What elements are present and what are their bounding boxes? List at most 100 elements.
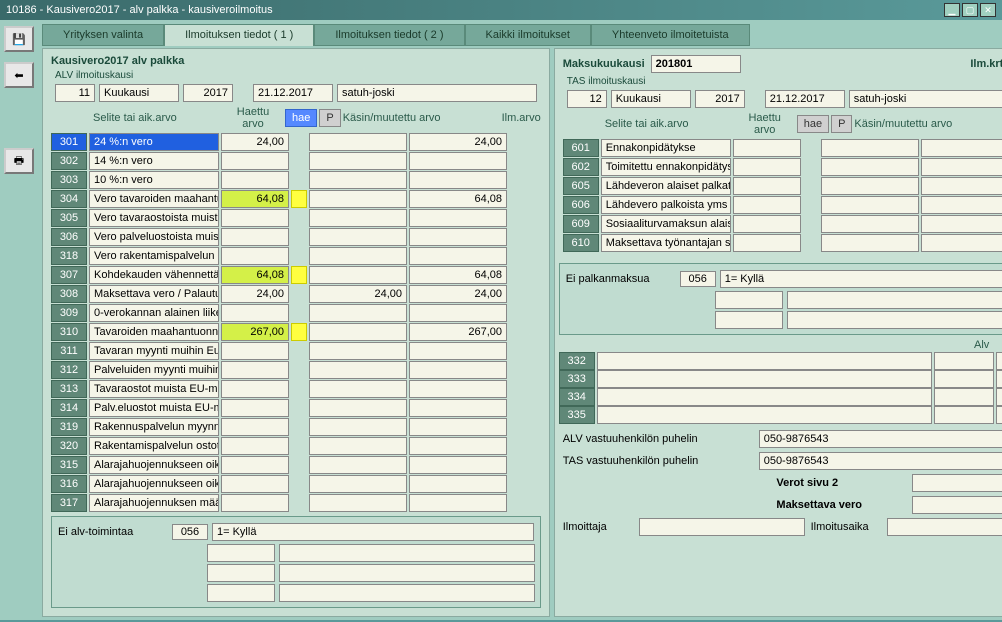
row-kasin[interactable] [309, 209, 407, 227]
close-button[interactable]: ✕ [980, 3, 996, 17]
row-haettu[interactable]: 64,08 [221, 266, 289, 284]
row-code[interactable]: 303 [51, 171, 87, 189]
row-desc[interactable]: 24 %:n vero [89, 133, 219, 151]
row-kasin[interactable] [309, 304, 407, 322]
row-code[interactable]: 306 [51, 228, 87, 246]
back-icon[interactable]: ⬅ [4, 62, 34, 88]
row-haettu[interactable] [221, 456, 289, 474]
row-code[interactable]: 320 [51, 437, 87, 455]
row-haettu[interactable] [221, 399, 289, 417]
row-haettu[interactable] [733, 158, 801, 176]
row-code[interactable]: 314 [51, 399, 87, 417]
row-code[interactable]: 319 [51, 418, 87, 436]
row-alv[interactable] [934, 388, 994, 406]
row-code[interactable]: 602 [563, 158, 599, 176]
row-kasin[interactable] [309, 190, 407, 208]
row-code[interactable]: 610 [563, 234, 599, 252]
tas-hae-button[interactable]: hae [797, 115, 829, 133]
row-kasin[interactable] [309, 228, 407, 246]
row-tas[interactable] [996, 370, 1002, 388]
row-code[interactable]: 335 [559, 406, 595, 424]
row-kasin[interactable] [821, 234, 919, 252]
row-desc[interactable]: Tavaroiden maahantuonnit [89, 323, 219, 341]
row-desc[interactable]: 0-verokannan alainen liike [89, 304, 219, 322]
row-desc[interactable]: Rakennuspalvelun myynn [89, 418, 219, 436]
row-desc[interactable]: Alarajahuojennukseen oike [89, 456, 219, 474]
tas-p-button[interactable]: P [831, 115, 852, 133]
row-haettu[interactable] [221, 171, 289, 189]
alv-hae-button[interactable]: hae [285, 109, 317, 127]
row-desc[interactable]: Lähdevero palkoista yms [601, 196, 731, 214]
row-code[interactable]: 309 [51, 304, 87, 322]
row-kasin[interactable] [309, 247, 407, 265]
tab-ilmoituksen-1[interactable]: Ilmoituksen tiedot ( 1 ) [164, 24, 314, 46]
ei-palkan-value[interactable]: 1= Kyllä [720, 270, 1002, 288]
row-kasin[interactable] [821, 139, 919, 157]
row-code[interactable]: 333 [559, 370, 595, 388]
row-code[interactable]: 310 [51, 323, 87, 341]
row-desc[interactable]: Lähdeveron alaiset palkat [601, 177, 731, 195]
tas-phone-value[interactable]: 050-9876543 [759, 452, 1002, 470]
minimize-button[interactable]: ▁ [944, 3, 960, 17]
tas-period-num[interactable]: 12 [567, 90, 607, 108]
alv-period-date[interactable]: 21.12.2017 [253, 84, 333, 102]
tas-period-year[interactable]: 2017 [695, 90, 745, 108]
row-kasin[interactable] [821, 158, 919, 176]
row-desc[interactable]: Kohdekauden vähennettäv [89, 266, 219, 284]
row-code[interactable]: 609 [563, 215, 599, 233]
row-field[interactable] [597, 352, 933, 370]
row-kasin[interactable] [309, 399, 407, 417]
row-desc[interactable]: Palv.eluostot muista EU-m [89, 399, 219, 417]
row-code[interactable]: 601 [563, 139, 599, 157]
row-desc[interactable]: Sosiaaliturvamaksun alais [601, 215, 731, 233]
row-code[interactable]: 605 [563, 177, 599, 195]
tab-yrityksen[interactable]: Yrityksen valinta [42, 24, 164, 46]
row-alv[interactable] [934, 406, 994, 424]
row-kasin[interactable] [821, 177, 919, 195]
tab-yhteenveto[interactable]: Yhteenveto ilmoitetuista [591, 24, 750, 46]
row-code[interactable]: 307 [51, 266, 87, 284]
row-desc[interactable]: Ennakonpidätykse [601, 139, 731, 157]
row-code[interactable]: 313 [51, 380, 87, 398]
row-kasin[interactable] [309, 266, 407, 284]
row-desc[interactable]: Tavaraostot muista EU-m [89, 380, 219, 398]
row-code[interactable]: 606 [563, 196, 599, 214]
row-field[interactable] [597, 406, 933, 424]
ilmoitusaika-value[interactable] [887, 518, 1002, 536]
row-desc[interactable]: Vero tavaroiden maahantu [89, 190, 219, 208]
row-haettu[interactable] [221, 304, 289, 322]
row-tas[interactable] [996, 388, 1002, 406]
row-tas[interactable] [996, 406, 1002, 424]
row-kasin[interactable]: 24,00 [309, 285, 407, 303]
row-haettu[interactable] [221, 475, 289, 493]
print-icon[interactable]: 🖶 [4, 148, 34, 174]
row-desc[interactable]: Maksettava työnantajan s [601, 234, 731, 252]
row-kasin[interactable] [309, 342, 407, 360]
row-haettu[interactable] [221, 228, 289, 246]
row-desc[interactable]: Toimitettu ennakonpidätys [601, 158, 731, 176]
row-kasin[interactable] [309, 380, 407, 398]
row-kasin[interactable] [309, 418, 407, 436]
row-haettu[interactable] [221, 418, 289, 436]
row-desc[interactable]: Maksettava vero / Palautu [89, 285, 219, 303]
tas-period-user[interactable]: satuh-joski [849, 90, 1002, 108]
tas-period-type[interactable]: Kuukausi [611, 90, 691, 108]
alv-phone-value[interactable]: 050-9876543 [759, 430, 1002, 448]
alv-period-user[interactable]: satuh-joski [337, 84, 537, 102]
row-kasin[interactable] [309, 361, 407, 379]
row-desc[interactable]: Tavaran myynti muihin Eu [89, 342, 219, 360]
row-desc[interactable]: Alarajahuojennukseen oike [89, 475, 219, 493]
row-kasin[interactable] [309, 323, 407, 341]
row-haettu[interactable] [733, 215, 801, 233]
tab-kaikki[interactable]: Kaikki ilmoitukset [465, 24, 591, 46]
row-code[interactable]: 304 [51, 190, 87, 208]
row-kasin[interactable] [309, 152, 407, 170]
row-code[interactable]: 305 [51, 209, 87, 227]
row-haettu[interactable] [221, 361, 289, 379]
row-haettu[interactable] [221, 494, 289, 512]
row-alv[interactable] [934, 370, 994, 388]
save-icon[interactable]: 💾 [4, 26, 34, 52]
row-kasin[interactable] [821, 196, 919, 214]
row-code[interactable]: 334 [559, 388, 595, 406]
row-kasin[interactable] [309, 171, 407, 189]
